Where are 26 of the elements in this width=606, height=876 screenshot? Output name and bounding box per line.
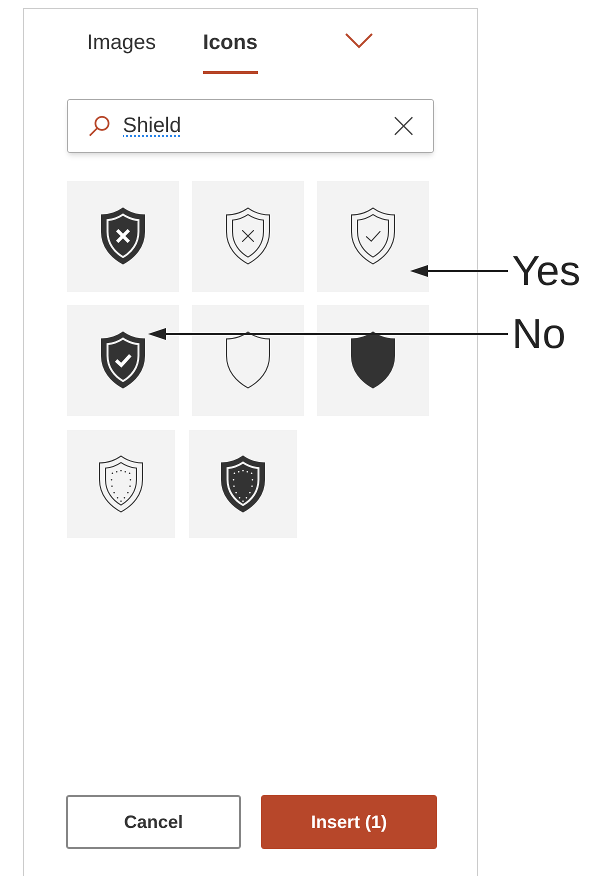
icon-tile[interactable] <box>67 180 179 292</box>
chevron-down-icon[interactable] <box>344 33 373 49</box>
icon-tile[interactable] <box>189 430 297 538</box>
tab[interactable]: Icons <box>202 27 258 74</box>
shield-icon <box>350 331 396 389</box>
tab[interactable]: Images <box>87 27 156 74</box>
annotation-label: No <box>512 313 566 355</box>
icon-tile[interactable] <box>192 304 304 416</box>
close-icon[interactable] <box>394 114 413 136</box>
icon-tile[interactable] <box>317 304 429 416</box>
shield-check-icon <box>100 331 146 389</box>
cancel-button[interactable]: Cancel <box>66 795 241 849</box>
icon-tile[interactable] <box>67 430 175 538</box>
shield-x-icon <box>100 207 146 265</box>
insert-button[interactable]: Insert (1) <box>261 795 437 849</box>
studded-shield-icon <box>98 454 144 512</box>
shield-icon <box>225 331 271 389</box>
icon-tile[interactable] <box>317 180 429 292</box>
shield-x-icon <box>225 207 271 265</box>
annotation-label: Yes <box>512 250 581 292</box>
search-input[interactable]: Shield <box>122 110 394 142</box>
search-field[interactable]: Shield <box>67 98 434 152</box>
icon-tile[interactable] <box>192 180 304 292</box>
shield-check-icon <box>350 207 396 265</box>
icon-tile[interactable] <box>67 304 179 416</box>
studded-shield-icon <box>220 454 266 512</box>
